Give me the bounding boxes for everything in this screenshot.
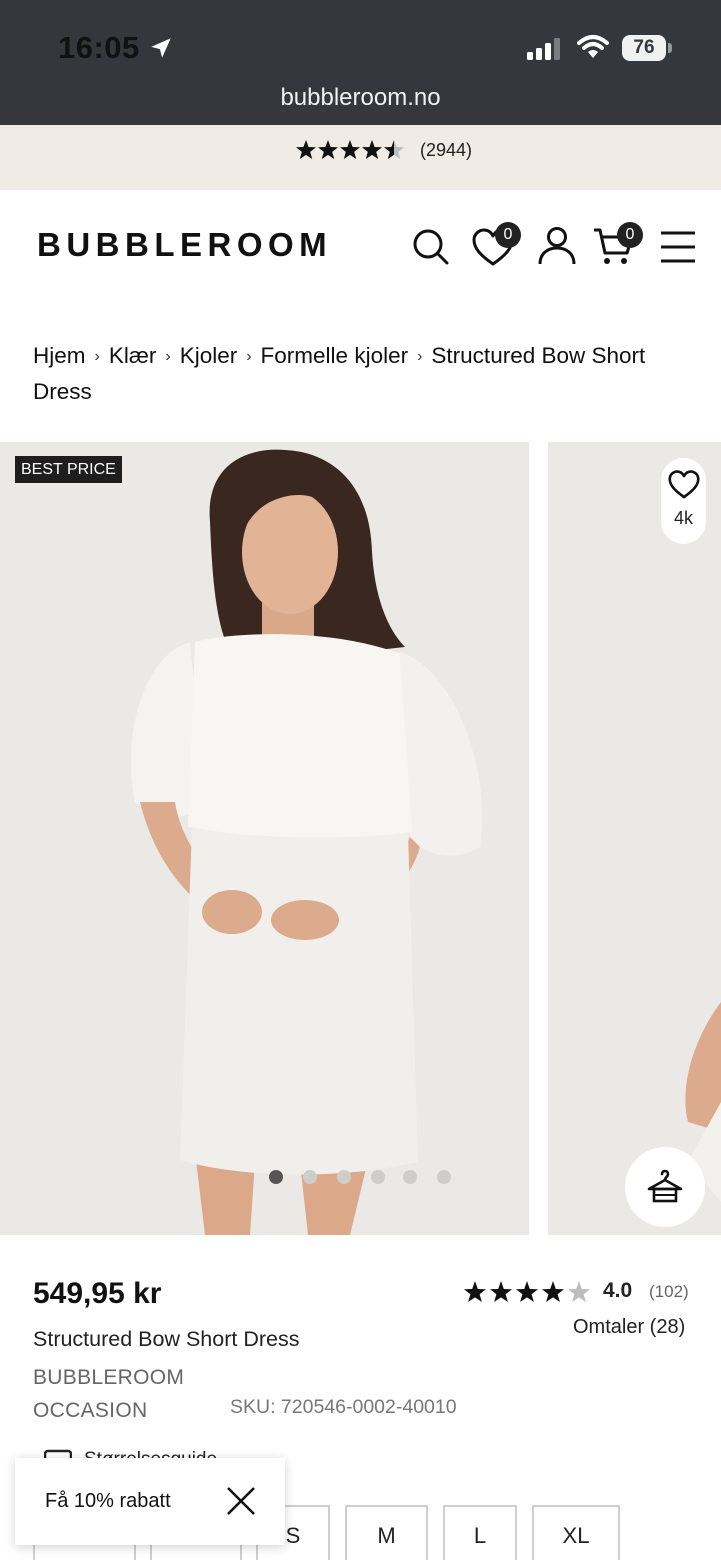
model-photo-illustration bbox=[0, 442, 529, 1235]
breadcrumb-home[interactable]: Hjem bbox=[33, 343, 86, 368]
breadcrumb: Hjem › Klær › Kjoler › Formelle kjoler › Structu… bbox=[33, 339, 683, 408]
product-brand[interactable]: BUBBLEROOM OCCASION bbox=[33, 1361, 233, 1427]
battery-nub bbox=[668, 43, 672, 53]
breadcrumb-separator: › bbox=[417, 348, 423, 365]
product-rating-stars[interactable] bbox=[463, 1277, 593, 1305]
wishlist-likes-count: 4k bbox=[673, 508, 693, 528]
product-price: 549,95 kr bbox=[33, 1277, 162, 1310]
status-time: 16:05 bbox=[58, 30, 140, 65]
product-image-main[interactable] bbox=[0, 442, 529, 1235]
gallery-dot-active[interactable] bbox=[269, 1170, 283, 1184]
site-rating-stars bbox=[296, 140, 404, 159]
best-price-badge: BEST PRICE bbox=[15, 456, 122, 483]
breadcrumb-separator: › bbox=[94, 348, 100, 365]
discount-popup[interactable]: Få 10% rabatt bbox=[15, 1458, 285, 1545]
hanger-icon bbox=[647, 1169, 683, 1203]
user-icon[interactable] bbox=[537, 226, 577, 266]
gallery-dot[interactable] bbox=[337, 1170, 351, 1184]
breadcrumb-formal-dresses[interactable]: Formelle kjoler bbox=[261, 343, 409, 368]
size-option-xl[interactable]: XL bbox=[532, 1505, 620, 1560]
gallery-dot[interactable] bbox=[403, 1170, 417, 1184]
size-option-m[interactable]: M bbox=[345, 1505, 428, 1560]
product-image-next[interactable] bbox=[548, 442, 721, 1235]
site-logo[interactable]: BUBBLEROOM bbox=[37, 226, 332, 264]
breadcrumb-separator: › bbox=[246, 348, 252, 365]
wishlist-count-badge: 0 bbox=[495, 222, 521, 248]
cellular-signal-icon bbox=[527, 38, 560, 60]
breadcrumb-separator: › bbox=[165, 348, 171, 365]
discount-popup-text[interactable]: Få 10% rabatt bbox=[45, 1490, 171, 1513]
breadcrumb-clothes[interactable]: Klær bbox=[109, 343, 157, 368]
wifi-icon bbox=[577, 35, 609, 58]
gallery-dot[interactable] bbox=[371, 1170, 385, 1184]
location-arrow-icon bbox=[151, 38, 171, 58]
battery-indicator: 76 bbox=[622, 35, 666, 61]
gallery-dot[interactable] bbox=[303, 1170, 317, 1184]
reviews-link[interactable]: Omtaler (28) bbox=[573, 1316, 685, 1339]
search-icon[interactable] bbox=[412, 228, 450, 266]
close-icon[interactable] bbox=[225, 1485, 257, 1517]
next-photo-illustration bbox=[548, 442, 721, 1235]
cart-count-badge: 0 bbox=[617, 222, 643, 248]
product-rating-count: (102) bbox=[649, 1282, 689, 1301]
site-rating-count: (2944) bbox=[420, 140, 473, 160]
breadcrumb-dresses[interactable]: Kjoler bbox=[180, 343, 238, 368]
product-sku: SKU: 720546-0002-40010 bbox=[230, 1396, 457, 1418]
product-rating-value: 4.0 bbox=[603, 1279, 633, 1302]
heart-icon[interactable] bbox=[668, 470, 700, 500]
size-option-l[interactable]: L bbox=[443, 1505, 517, 1560]
menu-icon[interactable] bbox=[660, 230, 696, 264]
product-name: Structured Bow Short Dress bbox=[33, 1327, 300, 1351]
address-bar-url[interactable]: bubbleroom.no bbox=[0, 84, 721, 112]
gallery-dot[interactable] bbox=[437, 1170, 451, 1184]
